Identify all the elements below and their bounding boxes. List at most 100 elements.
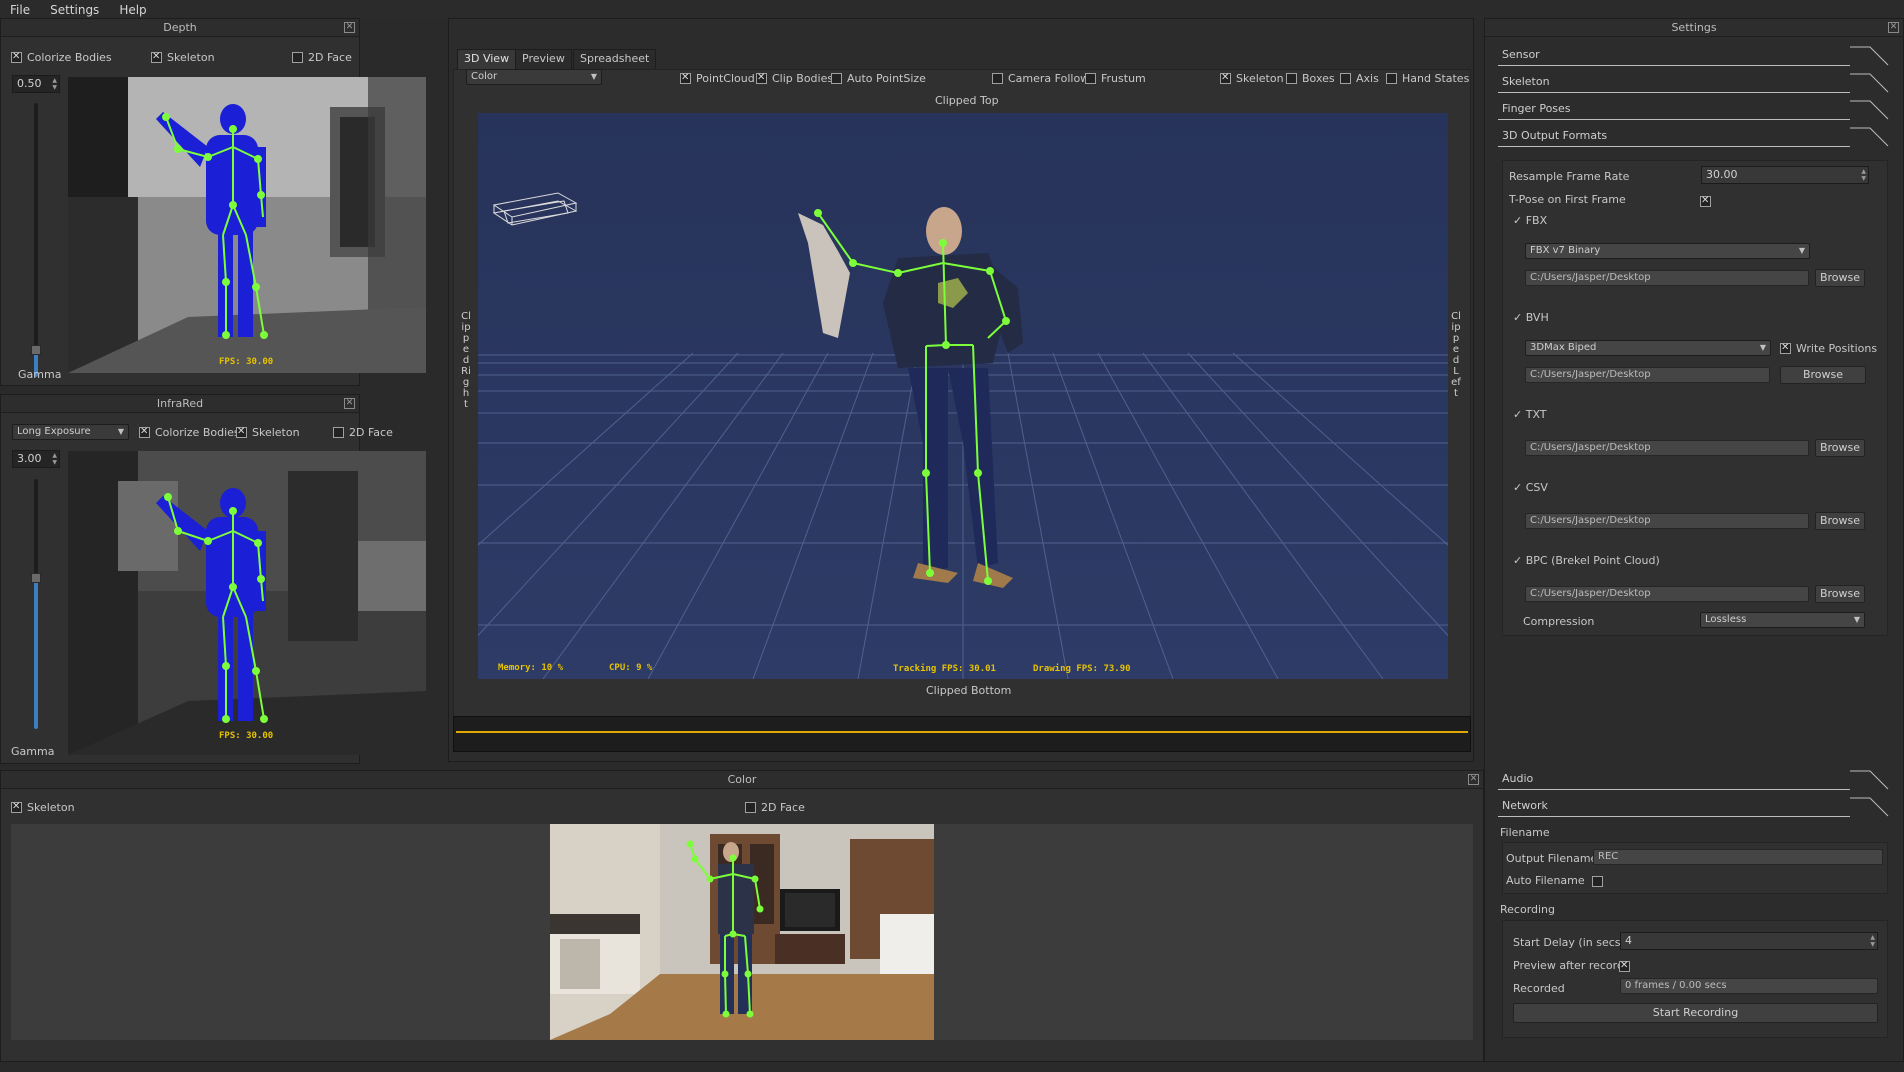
- colorize-bodies-toggle[interactable]: Colorize Bodies: [139, 426, 240, 439]
- clip-bodies-toggle[interactable]: Clip Bodies: [756, 72, 833, 85]
- section-finger-poses[interactable]: Finger Poses: [1498, 100, 1890, 120]
- recorded-field: 0 frames / 0.00 secs: [1620, 978, 1878, 994]
- tab-spreadsheet[interactable]: Spreadsheet: [573, 49, 657, 69]
- timeline[interactable]: [453, 716, 1471, 752]
- camera-follow-toggle[interactable]: Camera Follow: [992, 72, 1089, 85]
- color-mode-dropdown[interactable]: Color ▼: [466, 69, 602, 85]
- drawing-fps: Drawing FPS: 73.90: [1033, 664, 1131, 674]
- face2d-toggle[interactable]: 2D Face: [333, 426, 393, 439]
- face2d-toggle[interactable]: 2D Face: [745, 801, 805, 814]
- start-delay-spinner[interactable]: 4 ▲ ▼: [1620, 932, 1878, 950]
- start-recording-button[interactable]: Start Recording: [1513, 1003, 1878, 1023]
- skeleton-toggle[interactable]: Skeleton: [151, 51, 215, 64]
- csv-browse-button[interactable]: Browse: [1815, 512, 1865, 530]
- tab-preview[interactable]: Preview: [515, 49, 572, 69]
- start-delay-label: Start Delay (in secs): [1513, 936, 1625, 949]
- csv-path-field[interactable]: C:/Users/Jasper/Desktop: [1525, 513, 1809, 529]
- resample-label: Resample Frame Rate: [1509, 170, 1630, 183]
- close-icon[interactable]: ✕: [1888, 22, 1899, 33]
- skeleton-toggle[interactable]: Skeleton: [236, 426, 300, 439]
- boxes-toggle[interactable]: Boxes: [1286, 72, 1335, 85]
- depth-value-spinner[interactable]: 0.50 ▲ ▼: [12, 75, 60, 93]
- exposure-dropdown[interactable]: Long Exposure ▼: [12, 424, 129, 440]
- bpc-browse-button[interactable]: Browse: [1815, 585, 1865, 603]
- menu-bar: File Settings Help: [0, 0, 1904, 20]
- gamma-slider[interactable]: [31, 479, 41, 729]
- auto-pointsize-toggle[interactable]: Auto PointSize: [831, 72, 926, 85]
- section-network[interactable]: Network: [1498, 797, 1890, 817]
- close-icon[interactable]: ✕: [344, 398, 355, 409]
- compression-dropdown[interactable]: Lossless ▼: [1700, 612, 1865, 628]
- auto-filename-label: Auto Filename: [1506, 874, 1585, 887]
- section-sensor[interactable]: Sensor: [1498, 46, 1890, 66]
- bvh-browse-button[interactable]: Browse: [1780, 366, 1866, 384]
- menu-file[interactable]: File: [0, 3, 40, 17]
- skeleton-toggle[interactable]: Skeleton: [11, 801, 75, 814]
- settings-panel-title: Settings: [1485, 19, 1903, 37]
- recording-header: Recording: [1500, 903, 1556, 916]
- color-panel-title: Color: [1, 771, 1483, 789]
- preview-after-label: Preview after record: [1513, 959, 1624, 972]
- infrared-value-spinner[interactable]: 3.00 ▲ ▼: [12, 450, 60, 468]
- bvh-toggle[interactable]: ✓ BVH: [1513, 311, 1549, 324]
- pointcloud-toggle[interactable]: PointCloud: [680, 72, 755, 85]
- view3d-panel: 3D View Preview Spreadsheet Color▼ Point…: [448, 18, 1474, 762]
- depth-fps: FPS: 30.00: [219, 357, 274, 367]
- resample-spinner[interactable]: 30.00 ▲ ▼: [1701, 166, 1869, 184]
- preview-after-checkbox[interactable]: [1619, 959, 1635, 972]
- compression-label: Compression: [1523, 615, 1595, 628]
- section-skeleton[interactable]: Skeleton: [1498, 73, 1890, 93]
- cpu-stat: CPU: 9 %: [609, 663, 653, 673]
- section-3d-output-formats[interactable]: 3D Output Formats: [1498, 127, 1890, 147]
- fbx-path-field[interactable]: C:/Users/Jasper/Desktop: [1525, 270, 1809, 286]
- colorize-bodies-toggle[interactable]: Colorize Bodies: [11, 51, 112, 64]
- tracking-fps: Tracking FPS: 30.01: [893, 664, 996, 674]
- menu-help[interactable]: Help: [109, 3, 156, 17]
- face2d-toggle[interactable]: 2D Face: [292, 51, 352, 64]
- memory-stat: Memory: 10 %: [498, 663, 564, 673]
- bvh-format-dropdown[interactable]: 3DMax Biped ▼: [1525, 340, 1771, 356]
- tpose-checkbox[interactable]: [1700, 194, 1716, 207]
- 3d-viewport[interactable]: [478, 113, 1448, 679]
- txt-path-field[interactable]: C:/Users/Jasper/Desktop: [1525, 440, 1809, 456]
- close-icon[interactable]: ✕: [1468, 774, 1479, 785]
- infrared-image: [68, 451, 426, 755]
- infrared-fps: FPS: 30.00: [219, 731, 274, 741]
- fbx-format-dropdown[interactable]: FBX v7 Binary ▼: [1525, 243, 1810, 259]
- output-filename-label: Output Filename: [1506, 852, 1598, 865]
- color-panel: Color ✕ Skeleton 2D Face: [0, 770, 1484, 1062]
- auto-filename-checkbox[interactable]: [1592, 874, 1608, 887]
- color-image: [550, 824, 934, 1040]
- hand-states-toggle[interactable]: Hand States: [1386, 72, 1469, 85]
- clipped-top-label: Clipped Top: [935, 94, 999, 107]
- fbx-toggle[interactable]: ✓ FBX: [1513, 214, 1547, 227]
- txt-toggle[interactable]: ✓ TXT: [1513, 408, 1547, 421]
- csv-toggle[interactable]: ✓ CSV: [1513, 481, 1548, 494]
- filename-header: Filename: [1500, 826, 1550, 839]
- bpc-path-field[interactable]: C:/Users/Jasper/Desktop: [1525, 586, 1809, 602]
- clipped-bottom-label: Clipped Bottom: [926, 684, 1012, 697]
- txt-browse-button[interactable]: Browse: [1815, 439, 1865, 457]
- recorded-label: Recorded: [1513, 982, 1565, 995]
- depth-panel: Depth ✕ Colorize Bodies Skeleton 2D Face…: [0, 18, 426, 386]
- tab-3d-view[interactable]: 3D View: [457, 49, 517, 69]
- frustum-toggle[interactable]: Frustum: [1085, 72, 1146, 85]
- gamma-label: Gamma: [11, 745, 55, 758]
- clipped-left-label: Clipped Left: [1451, 311, 1461, 399]
- skeleton-toggle[interactable]: Skeleton: [1220, 72, 1284, 85]
- section-audio[interactable]: Audio: [1498, 770, 1890, 790]
- fbx-browse-button[interactable]: Browse: [1815, 269, 1865, 287]
- bpc-toggle[interactable]: ✓ BPC (Brekel Point Cloud): [1513, 554, 1660, 567]
- timeline-track: [456, 731, 1468, 733]
- tpose-label: T-Pose on First Frame: [1509, 193, 1626, 206]
- menu-settings[interactable]: Settings: [40, 3, 109, 17]
- gamma-label: Gamma: [18, 368, 62, 381]
- clipped-right-label: Clipped Right: [461, 311, 471, 410]
- write-positions-toggle[interactable]: Write Positions: [1780, 342, 1877, 355]
- output-filename-field[interactable]: REC: [1593, 849, 1883, 865]
- bvh-path-field[interactable]: C:/Users/Jasper/Desktop: [1525, 367, 1770, 383]
- axis-toggle[interactable]: Axis: [1340, 72, 1379, 85]
- gamma-slider[interactable]: [31, 103, 41, 377]
- close-icon[interactable]: ✕: [344, 22, 355, 33]
- infrared-panel-title: InfraRed: [1, 395, 359, 413]
